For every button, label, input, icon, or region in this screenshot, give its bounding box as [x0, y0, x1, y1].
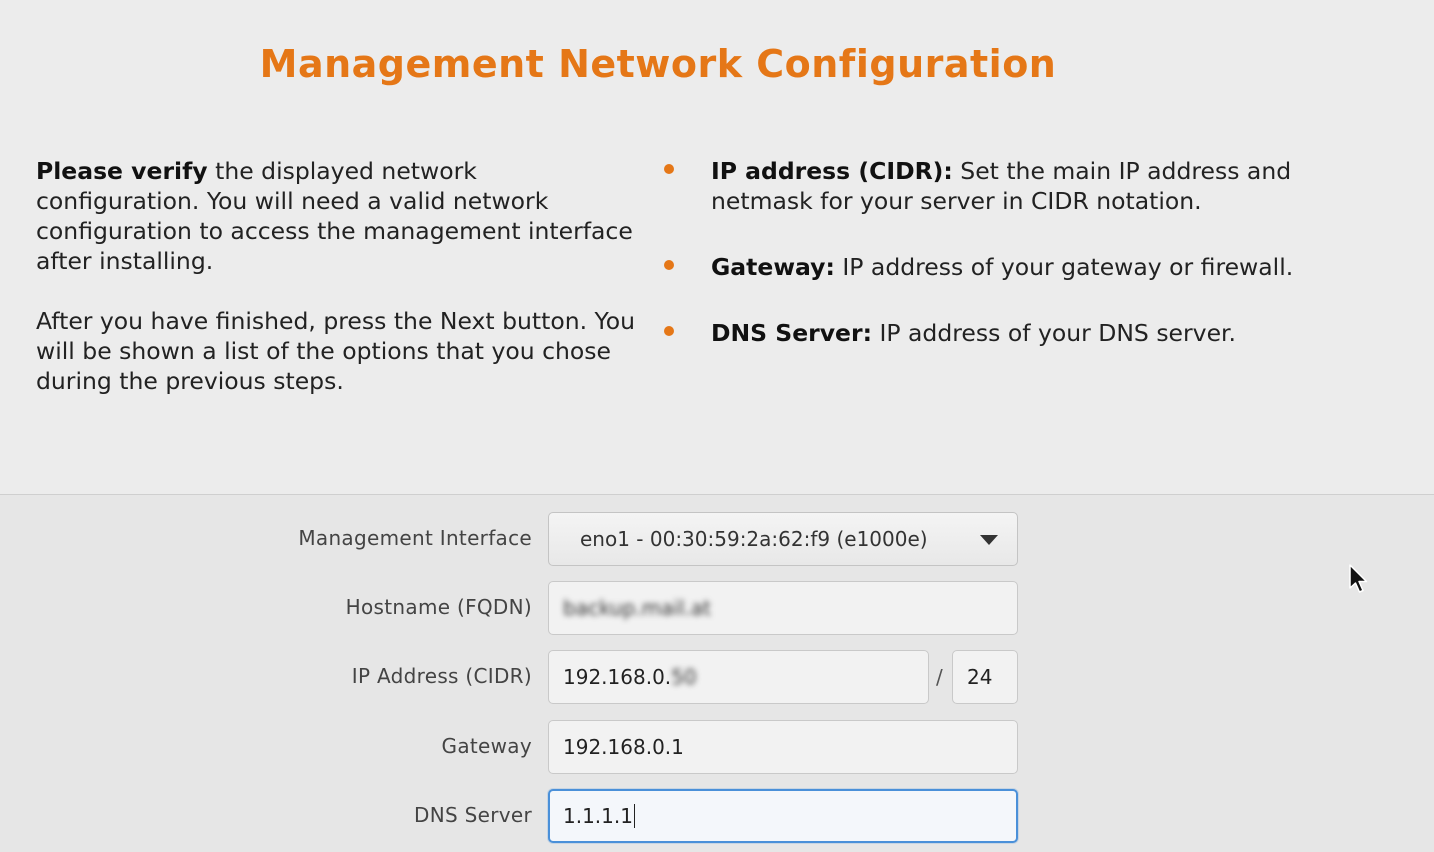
- gateway-value: 192.168.0.1: [563, 735, 684, 759]
- cidr-value: 24: [967, 665, 993, 689]
- help-item-ip: IP address (CIDR): Set the main IP addre…: [664, 156, 1304, 216]
- help-desc: IP address of your DNS server.: [871, 319, 1237, 347]
- gateway-input[interactable]: 192.168.0.1: [548, 720, 1018, 774]
- ip-label: IP Address (CIDR): [351, 664, 532, 688]
- hostname-value: backup.mail.at: [563, 596, 711, 620]
- dns-server-value: 1.1.1.1: [563, 804, 633, 828]
- interface-select-value: eno1 - 00:30:59:2a:62:f9 (e1000e): [580, 527, 928, 551]
- dns-server-input[interactable]: 1.1.1.1: [548, 789, 1018, 843]
- info-panel: Management Network Configuration Please …: [0, 0, 1434, 494]
- mouse-pointer-icon: [1349, 564, 1368, 593]
- intro-emphasis: Please verify: [36, 157, 208, 185]
- help-list: IP address (CIDR): Set the main IP addre…: [664, 156, 1304, 384]
- intro-paragraph-1: Please verify the displayed network conf…: [36, 156, 636, 276]
- help-item-gateway: Gateway: IP address of your gateway or f…: [664, 252, 1304, 282]
- help-desc: IP address of your gateway or firewall.: [834, 253, 1294, 281]
- ip-address-value: 192.168.0.: [563, 665, 672, 689]
- bullet-dot-icon: [664, 326, 674, 336]
- help-term: Gateway:: [711, 253, 835, 281]
- page-title: Management Network Configuration: [259, 42, 1057, 86]
- cidr-separator: /: [936, 665, 943, 689]
- gateway-label: Gateway: [441, 734, 532, 758]
- interface-label: Management Interface: [298, 526, 532, 550]
- cidr-input[interactable]: 24: [952, 650, 1018, 704]
- chevron-down-icon[interactable]: [980, 535, 998, 545]
- interface-select[interactable]: eno1 - 00:30:59:2a:62:f9 (e1000e): [548, 512, 1018, 566]
- intro-text: Please verify the displayed network conf…: [36, 156, 636, 396]
- help-item-dns: DNS Server: IP address of your DNS serve…: [664, 318, 1304, 348]
- bullet-dot-icon: [664, 164, 674, 174]
- intro-paragraph-2: After you have finished, press the Next …: [36, 307, 636, 395]
- bullet-dot-icon: [664, 260, 674, 270]
- help-term: IP address (CIDR):: [711, 157, 953, 185]
- hostname-input[interactable]: backup.mail.at: [548, 581, 1018, 635]
- ip-address-input[interactable]: 192.168.0.50: [548, 650, 929, 704]
- hostname-label: Hostname (FQDN): [345, 595, 532, 619]
- text-cursor: [633, 804, 635, 828]
- help-term: DNS Server:: [711, 319, 872, 347]
- ip-address-obscured: 50: [671, 665, 697, 689]
- dns-label: DNS Server: [414, 803, 532, 827]
